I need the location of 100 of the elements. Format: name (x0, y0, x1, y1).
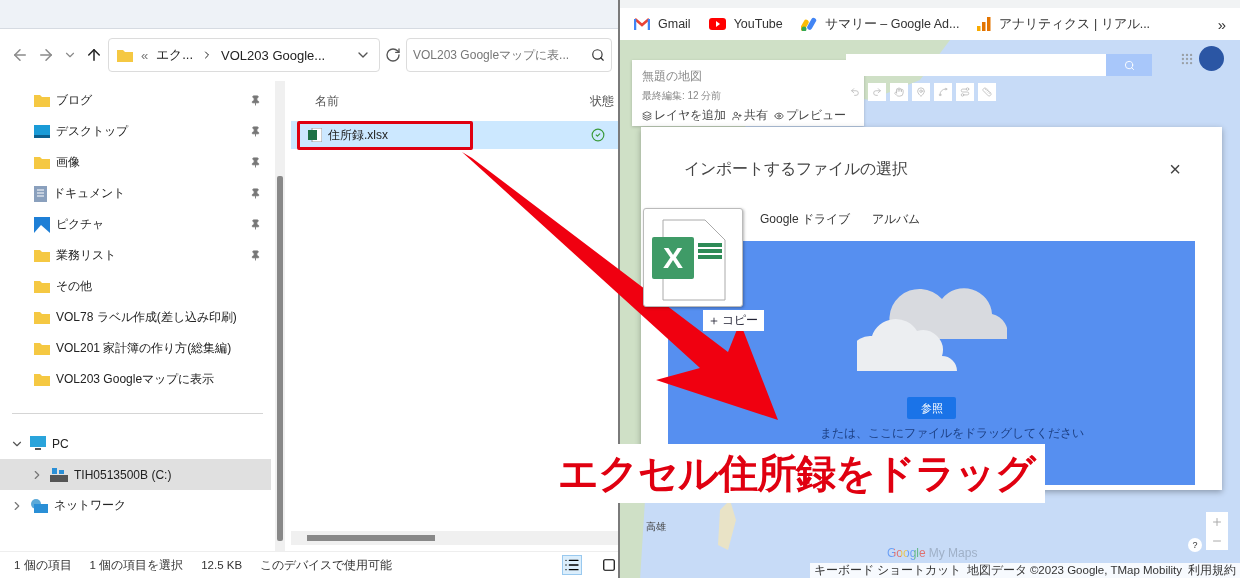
copy-tooltip: コピー (703, 310, 764, 331)
nav-label: ドキュメント (53, 185, 126, 202)
map-action-button[interactable]: プレビュー (774, 108, 846, 123)
dialog-tab[interactable]: Google ドライブ (760, 211, 851, 230)
file-row[interactable]: 住所録.xlsx (291, 121, 618, 149)
nav-label: VOL201 家計簿の作り方(総集編) (56, 340, 233, 357)
apps-grid-icon[interactable] (1180, 52, 1194, 66)
folder-icon (34, 311, 50, 324)
nav-item[interactable]: ピクチャ (0, 209, 271, 240)
nav-item[interactable]: 業務リスト (0, 240, 271, 271)
bookmark-link[interactable]: YouTube (708, 17, 783, 31)
status-text: 1 個の項目 (14, 557, 72, 573)
search-button[interactable] (1106, 54, 1152, 76)
nav-label: その他 (56, 278, 93, 295)
dialog-title: インポートするファイルの選択 (684, 158, 908, 179)
hand-tool-button[interactable] (890, 83, 908, 101)
desktop-icon (34, 125, 50, 138)
redo-button[interactable] (868, 83, 886, 101)
status-text: 12.5 KB (201, 559, 243, 571)
nav-item[interactable]: TIH0513500B (C:) (0, 459, 271, 490)
nav-item[interactable]: VOL78 ラベル作成(差し込み印刷) (0, 302, 271, 333)
ruler-icon (982, 87, 992, 97)
search-field[interactable]: VOL203 Googleマップに表... (406, 38, 612, 72)
bookmark-link[interactable]: サマリー – Google Ad... (800, 15, 960, 33)
view-button[interactable] (600, 556, 618, 574)
map-search-field[interactable] (846, 54, 1106, 76)
map-footer-link[interactable]: キーボード ショートカット (813, 563, 961, 578)
map-action-button[interactable]: 共有 (732, 108, 768, 123)
nav-label: デスクトップ (56, 123, 130, 140)
status-text: このデバイスで使用可能 (260, 557, 393, 573)
folder-icon (34, 156, 50, 169)
refresh-icon (385, 47, 401, 63)
marker-tool-button[interactable] (912, 83, 930, 101)
bookmark-link[interactable]: アナリティクス | リアル... (977, 15, 1151, 33)
layers-icon (642, 110, 652, 121)
breadcrumb-segment[interactable]: エク... (156, 46, 194, 64)
view-button[interactable] (562, 555, 582, 575)
breadcrumb-segment[interactable]: VOL203 Google... (221, 47, 326, 63)
nav-label: VOL203 Googleマップに表示 (56, 371, 216, 388)
map-footer-link[interactable]: 利用規約 (1188, 563, 1236, 578)
nav-item[interactable]: その他 (0, 271, 271, 302)
ruler-tool-button[interactable] (978, 83, 996, 101)
play-icon (708, 18, 726, 30)
address-bar[interactable]: « エク... VOL203 Google... (108, 38, 380, 72)
route-icon (960, 87, 970, 97)
nav-label: PC (52, 436, 70, 451)
search-icon (1123, 59, 1135, 71)
browse-button[interactable]: 参照 (907, 397, 956, 419)
directions-tool-button[interactable] (956, 83, 974, 101)
spreadsheet-icon (308, 128, 322, 142)
nav-label: ピクチャ (56, 216, 105, 233)
picture-icon (34, 216, 50, 233)
column-header[interactable]: 名前 (291, 92, 590, 110)
arrow-right-icon (37, 46, 55, 64)
mail-icon (634, 18, 650, 30)
avatar[interactable] (1199, 46, 1224, 71)
list-icon (564, 557, 580, 573)
scrollbar-thumb[interactable] (277, 176, 283, 541)
nav-item[interactable]: PC (0, 428, 271, 459)
map-footer-link[interactable]: 地図データ ©2023 Google, TMap Mobility (966, 563, 1182, 578)
more-bookmarks-button[interactable]: » (1217, 15, 1226, 33)
file-name: 住所録.xlsx (297, 120, 473, 150)
folder-icon (34, 94, 50, 107)
nav-item[interactable]: ネットワーク (0, 490, 271, 521)
nav-item[interactable]: VOL203 Googleマップに表示 (0, 364, 271, 395)
scrollbar-thumb[interactable] (307, 535, 435, 541)
plus-icon (709, 315, 719, 326)
nav-item[interactable]: ブログ (0, 85, 271, 116)
nav-label: 画像 (56, 154, 81, 171)
status-text: 1 個の項目を選択 (89, 557, 184, 573)
column-header[interactable]: 状態 (590, 92, 618, 110)
dialog-tab[interactable]: アルバム (872, 211, 921, 230)
excel-letter: X (652, 237, 694, 279)
redo-icon (872, 87, 882, 97)
nav-item[interactable]: ドキュメント (0, 178, 271, 209)
nav-item[interactable]: VOL201 家計簿の作り方(総集編) (0, 333, 271, 364)
line-tool-button[interactable] (934, 83, 952, 101)
folder-icon (117, 48, 133, 62)
nav-label: VOL78 ラベル作成(差し込み印刷) (56, 309, 238, 326)
nav-item[interactable]: デスクトップ (0, 116, 271, 147)
nav-item[interactable]: 画像 (0, 147, 271, 178)
map-title[interactable]: 無題の地図 (642, 68, 702, 85)
square-icon (602, 558, 616, 572)
logo-brand: Google (887, 546, 926, 560)
last-edited-text: 最終編集: 12 分前 (642, 89, 723, 103)
line-icon (938, 87, 948, 97)
nav-label: ブログ (56, 92, 93, 109)
folder-icon (34, 249, 50, 262)
folder-icon (34, 342, 50, 355)
nav-label: TIH0513500B (C:) (74, 467, 173, 482)
map-action-button[interactable]: レイヤを追加 (642, 108, 726, 123)
close-button[interactable]: × (1165, 157, 1185, 181)
breadcrumb-overflow[interactable]: « (141, 47, 149, 63)
folder-icon (34, 373, 50, 386)
map-label: 高雄 (646, 520, 666, 534)
search-icon (591, 48, 605, 62)
help-button[interactable]: ? (1188, 538, 1202, 552)
nav-label: ネットワーク (54, 497, 127, 514)
folder-icon (34, 280, 50, 293)
bookmark-link[interactable]: Gmail (634, 17, 691, 31)
